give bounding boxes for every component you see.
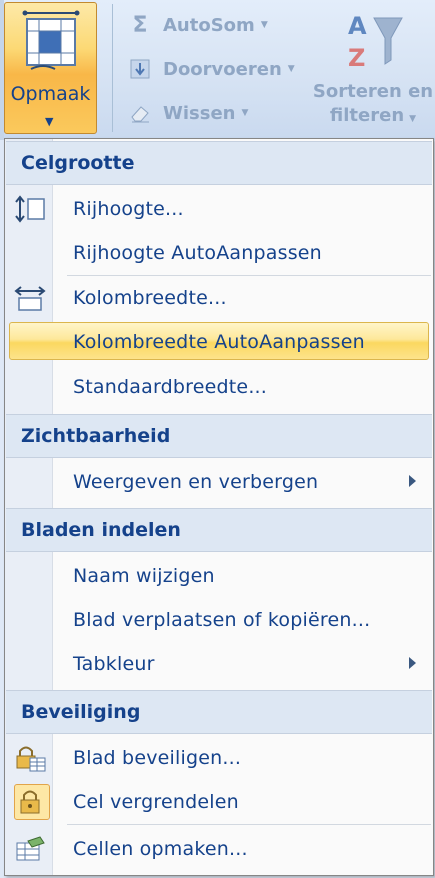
section-header-beveiliging: Beveiliging bbox=[6, 690, 432, 734]
menu-item-label: Kolombreedte AutoAanpassen bbox=[73, 331, 365, 353]
menu-item-kolombreedte[interactable]: Kolombreedte... bbox=[6, 276, 432, 320]
menu-item-label: Standaardbreedte... bbox=[73, 376, 268, 398]
menu-item-label: Cel vergrendelen bbox=[73, 791, 239, 813]
menu-separator bbox=[67, 824, 431, 825]
menu-item-label: Rijhoogte AutoAanpassen bbox=[73, 242, 322, 264]
ribbon-cells-group: Opmaak ▼ Σ AutoSom ▼ Doorvoeren ▼ Wissen… bbox=[0, 0, 435, 140]
chevron-down-icon: ▼ bbox=[260, 20, 268, 30]
sort-filter-label-2-text: filteren bbox=[329, 105, 405, 126]
submenu-arrow-icon bbox=[409, 475, 416, 487]
menu-item-label: Cellen opmaken... bbox=[73, 838, 248, 860]
menu-item-naam-wijzigen[interactable]: Naam wijzigen bbox=[6, 554, 432, 598]
opmaak-dropdown-menu: Celgrootte Rijhoogte... Rijhoogte AutoAa… bbox=[4, 138, 434, 876]
menu-item-label: Weergeven en verbergen bbox=[73, 471, 319, 493]
group-separator bbox=[112, 4, 113, 132]
menu-item-blad-verplaatsen[interactable]: Blad verplaatsen of kopiëren... bbox=[6, 598, 432, 642]
doorvoeren-button[interactable]: Doorvoeren ▼ bbox=[127, 54, 295, 84]
menu-item-standaardbreedte[interactable]: Standaardbreedte... bbox=[6, 365, 432, 409]
menu-item-rijhoogte[interactable]: Rijhoogte... bbox=[6, 187, 432, 231]
doorvoeren-label: Doorvoeren bbox=[163, 58, 282, 80]
wissen-label: Wissen bbox=[163, 102, 236, 124]
menu-item-label: Rijhoogte... bbox=[73, 198, 184, 220]
menu-item-label: Blad verplaatsen of kopiëren... bbox=[73, 609, 371, 631]
sort-filter-icon: A Z bbox=[348, 12, 403, 72]
menu-item-cellen-opmaken[interactable]: Cellen opmaken... bbox=[6, 827, 432, 871]
lock-icon bbox=[20, 790, 40, 814]
section-header-celgrootte: Celgrootte bbox=[6, 141, 432, 185]
menu-item-cel-vergrendelen[interactable]: Cel vergrendelen bbox=[6, 780, 432, 824]
sort-filter-label-1: Sorteren en bbox=[312, 81, 434, 102]
chevron-down-icon: ▼ bbox=[241, 108, 249, 118]
sigma-icon: Σ bbox=[132, 12, 148, 38]
menu-item-blad-beveiligen[interactable]: Blad beveiligen... bbox=[6, 736, 432, 780]
menu-item-weergeven-verbergen[interactable]: Weergeven en verbergen bbox=[6, 460, 432, 504]
autosom-label: AutoSom bbox=[163, 14, 255, 36]
menu-item-rijhoogte-auto[interactable]: Rijhoogte AutoAanpassen bbox=[6, 231, 432, 275]
fill-down-icon bbox=[127, 58, 153, 80]
opmaak-label: Opmaak bbox=[10, 83, 91, 105]
autosom-button[interactable]: Σ AutoSom ▼ bbox=[127, 10, 268, 40]
section-header-zichtbaarheid: Zichtbaarheid bbox=[6, 414, 432, 458]
wissen-button[interactable]: Wissen ▼ bbox=[127, 98, 248, 128]
chevron-down-icon: ▼ bbox=[287, 64, 295, 74]
submenu-arrow-icon bbox=[409, 657, 416, 669]
menu-item-tabkleur[interactable]: Tabkleur bbox=[6, 642, 432, 686]
format-cells-icon bbox=[22, 10, 80, 70]
menu-item-label: Naam wijzigen bbox=[73, 565, 215, 587]
menu-item-label: Blad beveiligen... bbox=[73, 747, 242, 769]
sort-filter-button[interactable]: Sorteren en filteren ▼ bbox=[308, 80, 435, 131]
eraser-icon bbox=[127, 102, 153, 124]
column-width-icon bbox=[14, 286, 46, 311]
format-cells-dialog-icon bbox=[16, 836, 45, 861]
menu-item-label: Tabkleur bbox=[73, 653, 155, 675]
svg-text:Z: Z bbox=[348, 44, 365, 72]
protect-sheet-icon bbox=[16, 746, 46, 772]
menu-item-kolombreedte-auto[interactable]: Kolombreedte AutoAanpassen bbox=[6, 320, 432, 364]
chevron-down-icon: ▼ bbox=[45, 115, 54, 128]
menu-item-label: Kolombreedte... bbox=[73, 287, 227, 309]
opmaak-button[interactable]: Opmaak ▼ bbox=[4, 2, 97, 134]
sort-filter-label-2: filteren ▼ bbox=[308, 104, 435, 131]
row-height-icon bbox=[15, 195, 45, 223]
chevron-down-icon: ▼ bbox=[409, 114, 417, 124]
section-header-bladen-indelen: Bladen indelen bbox=[6, 508, 432, 552]
svg-text:A: A bbox=[348, 12, 367, 40]
